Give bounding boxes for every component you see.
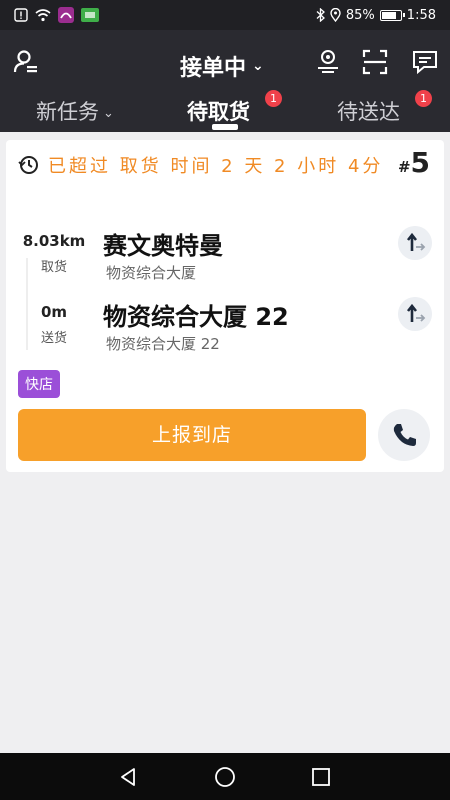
count-badge: 1 [415,90,432,107]
overdue-text: 已超过 取货 时间 2 天 2 小时 4分 [48,156,384,177]
back-icon[interactable] [116,765,140,789]
rider-icon[interactable] [12,48,40,76]
clock-icon [18,156,38,174]
tab-label: 待取货 [187,100,250,124]
app-notification-icon [58,7,74,23]
report-arrival-button[interactable]: 上报到店 [18,409,366,461]
status-bar: 85% 1:58 [0,0,450,30]
order-number-prefix: # [397,158,411,176]
work-status-label: 接单中 [180,56,247,81]
order-number-value: 5 [410,146,430,179]
delivery-location-name: 物资综合大厦 22 [103,303,289,331]
system-nav-bar [0,753,450,800]
navigate-arrow-icon[interactable] [398,297,432,331]
delivery-distance: 0m [40,303,68,321]
chevron-down-icon: ⌄ [103,105,114,121]
store-type-tag: 快店 [18,370,60,398]
active-tab-indicator [212,124,238,130]
message-icon[interactable] [411,48,439,76]
navigate-arrow-icon[interactable] [398,226,432,260]
tab-new-tasks[interactable]: 新任务 ⌄ [36,96,114,126]
bluetooth-icon [316,8,325,22]
sim-icon [81,8,99,22]
scan-icon[interactable] [361,48,389,76]
battery-percent: 85% [345,7,375,23]
recent-apps-icon[interactable] [309,765,333,789]
pickup-address: 物资综合大厦 [106,264,197,282]
tab-label: 新任务 [36,100,99,124]
pickup-store-name: 赛文奥特曼 [103,232,223,260]
pickup-label: 取货 [40,260,67,275]
clock: 1:58 [406,7,436,23]
tab-awaiting-pickup[interactable]: 待取货 1 [187,90,282,126]
work-status-dropdown[interactable]: 接单中 ⌄ [180,50,264,82]
tab-awaiting-delivery[interactable]: 待送达 1 [337,90,432,126]
order-number: #5 [398,146,430,179]
chevron-down-icon: ⌄ [252,58,264,74]
location-icon [330,8,341,22]
tab-label: 待送达 [337,100,400,124]
overdue-notice: 已超过 取货 时间 2 天 2 小时 4分 [18,152,408,178]
wifi-icon [35,8,51,21]
pickup-distance: 8.03km [22,232,86,250]
app-header: 接单中 ⌄ 新任务 ⌄ 待取货 1 待送达 1 [0,30,450,132]
call-button[interactable] [378,409,430,461]
location-pin-icon[interactable] [314,48,342,76]
count-badge: 1 [265,90,282,107]
phone-icon [393,424,416,446]
home-icon[interactable] [213,765,237,789]
order-card[interactable]: 已超过 取货 时间 2 天 2 小时 4分 #5 8.03km 取货 赛文奥特曼… [6,140,444,472]
alert-icon [14,8,28,22]
delivery-address: 物资综合大厦 22 [106,335,220,353]
delivery-label: 送货 [40,331,67,346]
battery-icon [379,9,405,21]
